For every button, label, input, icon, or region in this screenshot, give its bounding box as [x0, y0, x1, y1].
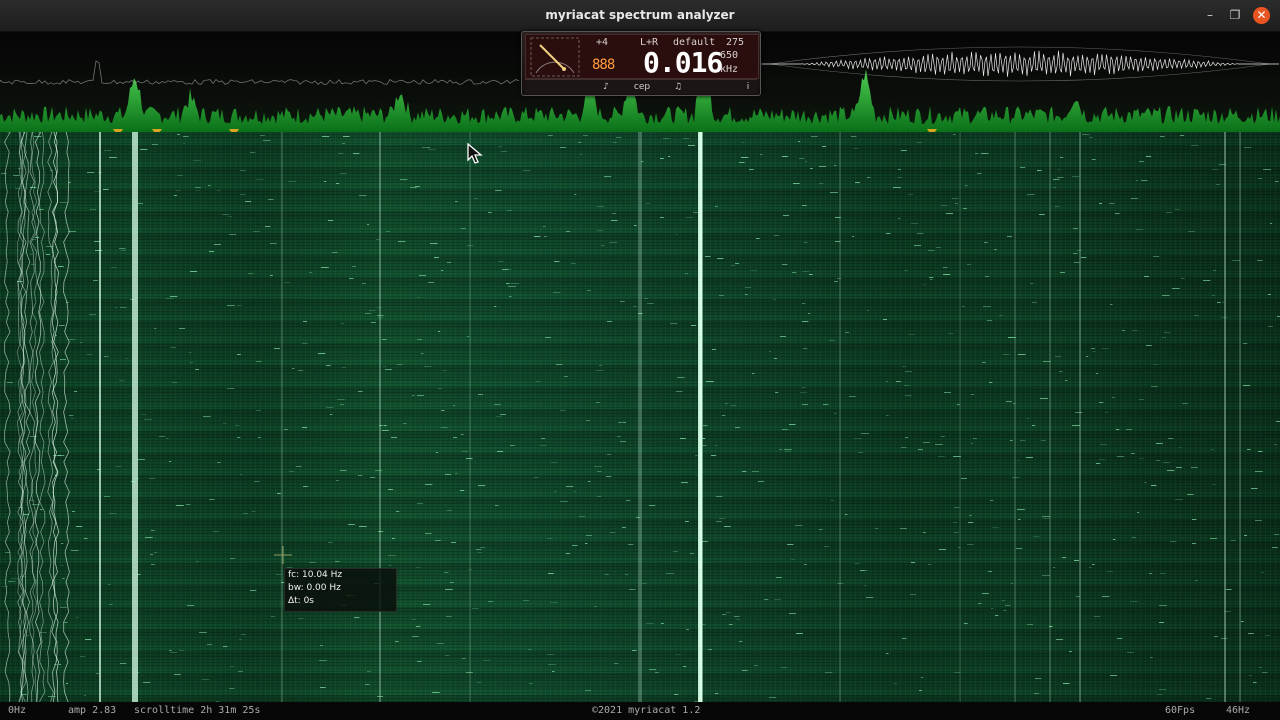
needle-dial-icon[interactable] [530, 37, 580, 77]
scroll-time: scrolltime 2h 31m 25s [134, 705, 261, 716]
bandwidth: bw: 0.00 Hz [288, 583, 341, 593]
crosshair-icon [274, 546, 292, 564]
mouse-pointer-icon [467, 143, 483, 164]
amplitude-value: amp 2.83 [68, 705, 117, 716]
tab-note-icon[interactable]: ♪ [591, 80, 621, 94]
waveform-scope [760, 46, 1279, 82]
readout-unit: kHz [720, 64, 739, 75]
status-bar: 0Hz amp 2.83 scrolltime 2h 31m 25s ©2021… [0, 702, 1280, 720]
maximize-icon[interactable]: ❐ [1226, 6, 1244, 24]
frequency-readout: 0.016 [643, 46, 723, 79]
panel-tab-bar: ♪ cep ♫ i [525, 79, 757, 94]
readout-sub-value: 650 [720, 50, 739, 61]
copyright: ©2021 myriacat 1.2 [592, 705, 701, 716]
waterfall-traces [1, 132, 1280, 702]
window-title: myriacat spectrum analyzer [545, 8, 735, 22]
tab-cep[interactable]: cep [625, 80, 659, 94]
frame-rate: 60Fps [1165, 705, 1196, 716]
delta-time: Δt: 0s [288, 596, 314, 606]
tab-notes-icon[interactable]: ♫ [663, 80, 693, 94]
segment-digits: 888 [592, 57, 615, 73]
minimize-icon[interactable]: – [1201, 6, 1219, 24]
preset-number: 275 [726, 37, 745, 48]
gain-offset: +4 [596, 37, 609, 48]
title-bar: myriacat spectrum analyzer – ❐ ✕ [0, 0, 1280, 32]
center-frequency: fc: 10.04 Hz [288, 570, 343, 580]
cursor-info-box: fc: 10.04 Hz bw: 0.00 Hz Δt: 0s [284, 568, 397, 612]
close-icon[interactable]: ✕ [1253, 7, 1270, 24]
instrument-panel: +4 L+R default 275 888 0.016 650 kHz ♪ c… [521, 31, 761, 96]
waterfall-spectrogram[interactable] [0, 132, 1280, 702]
info-icon[interactable]: i [741, 80, 755, 94]
panel-display: +4 L+R default 275 888 0.016 650 kHz [525, 34, 759, 79]
min-frequency: 0Hz [8, 705, 27, 716]
max-frequency: 46Hz [1226, 705, 1251, 716]
